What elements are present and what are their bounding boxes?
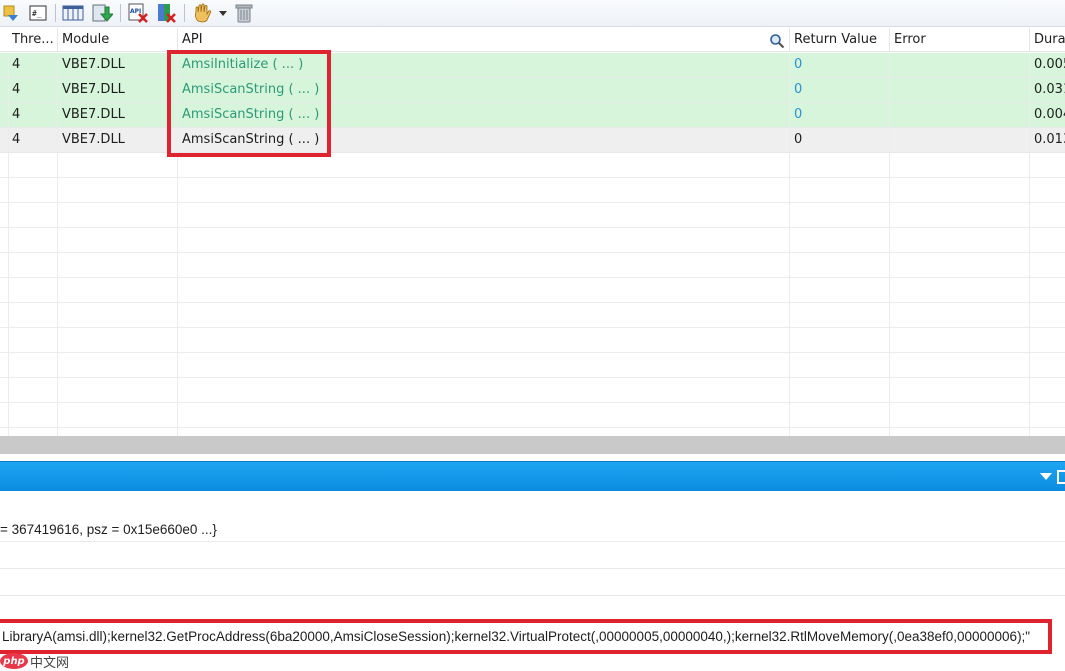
cell-duration: 0.031	[1034, 82, 1065, 97]
column-header-thread[interactable]: Thre...	[8, 28, 58, 52]
grid-row-divider	[0, 352, 1065, 353]
filter-icon[interactable]	[0, 2, 24, 24]
column-header-error[interactable]: Error	[890, 28, 1030, 52]
details-panel: = 367419616, psz = 0x15e660e0 ...} Libra…	[0, 492, 1065, 671]
exclude-module-icon[interactable]	[153, 2, 179, 24]
table-row[interactable]: 4 VBE7.DLL AmsiInitialize ( ... ) 0 0.00…	[0, 53, 1065, 78]
column-header-return-value[interactable]: Return Value	[790, 28, 890, 52]
cell-return-value: 0	[794, 57, 803, 72]
cell-thread: 4	[12, 57, 21, 72]
cell-module: VBE7.DLL	[62, 107, 125, 122]
grid-row-divider	[0, 302, 1065, 303]
pin-icon[interactable]	[1057, 470, 1065, 484]
dropdown-arrow-icon[interactable]	[217, 2, 229, 24]
details-row-divider	[0, 541, 1065, 542]
cell-thread: 4	[12, 132, 21, 147]
trash-icon[interactable]	[231, 2, 257, 24]
cell-return-value: 0	[794, 107, 803, 122]
cell-api: AmsiInitialize ( ... )	[182, 57, 304, 72]
grid-row-divider	[0, 177, 1065, 178]
cell-error	[890, 53, 1030, 77]
watermark-text: 中文网	[30, 655, 70, 671]
grid-column-divider	[57, 53, 58, 436]
search-icon[interactable]	[769, 33, 785, 49]
toolbar-separator	[184, 4, 185, 22]
hand-icon[interactable]	[190, 2, 216, 24]
cell-duration: 0.004	[1034, 107, 1065, 122]
string-parameter-text: LibraryA(amsi.dll);kernel32.GetProcAddre…	[2, 629, 1031, 644]
watermark: php 中文网	[0, 652, 70, 671]
cell-duration: 0.005	[1034, 57, 1065, 72]
details-panel-header	[0, 461, 1065, 491]
grid-row-divider	[0, 252, 1065, 253]
toolbar-separator	[120, 4, 121, 22]
cell-api: AmsiScanString ( ... )	[182, 107, 320, 122]
grid-row-divider	[0, 377, 1065, 378]
details-row-divider	[0, 568, 1065, 569]
cell-module: VBE7.DLL	[62, 82, 125, 97]
grid-row-divider	[0, 402, 1065, 403]
table-row[interactable]: 4 VBE7.DLL AmsiScanString ( ... ) 0 0.00…	[0, 103, 1065, 128]
cell-return-value: 0	[794, 132, 803, 147]
cell-duration: 0.013	[1034, 132, 1065, 147]
table-row[interactable]: 4 VBE7.DLL AmsiScanString ( ... ) 0 0.03…	[0, 78, 1065, 103]
column-header-module[interactable]: Module	[58, 28, 178, 52]
details-row-divider	[0, 595, 1065, 596]
grid-row-divider	[0, 327, 1065, 328]
cell-error	[890, 103, 1030, 127]
grid-row-divider	[0, 427, 1065, 428]
cell-error	[890, 78, 1030, 102]
horizontal-scrollbar[interactable]	[0, 436, 1065, 454]
grid-column-divider	[177, 53, 178, 436]
grid-column-divider	[1029, 53, 1030, 436]
grid-row-divider	[0, 227, 1065, 228]
api-call-grid: 4 VBE7.DLL AmsiInitialize ( ... ) 0 0.00…	[0, 53, 1065, 436]
table-row[interactable]: 4 VBE7.DLL AmsiScanString ( ... ) 0 0.01…	[0, 128, 1065, 153]
column-header-duration[interactable]: Durat	[1030, 28, 1065, 52]
exclude-api-icon[interactable]: API	[126, 2, 150, 24]
console-icon[interactable]: #_	[26, 2, 50, 24]
grid-row-divider	[0, 277, 1065, 278]
toolbar-separator	[55, 4, 56, 22]
grid-row-divider	[0, 202, 1065, 203]
grid-column-divider	[889, 53, 890, 436]
column-header-api[interactable]: API	[178, 28, 790, 52]
grid-header: Thre... Module API Return Value Error Du…	[0, 28, 1065, 52]
grid-column-divider	[8, 53, 9, 436]
watermark-logo: php	[0, 653, 28, 669]
column-header-api-label: API	[182, 32, 203, 47]
cell-api: AmsiScanString ( ... )	[182, 132, 320, 147]
columns-icon[interactable]	[61, 2, 85, 24]
svg-text:#_: #_	[32, 9, 42, 18]
cell-return-value: 0	[794, 82, 803, 97]
grid-column-divider	[789, 53, 790, 436]
cell-module: VBE7.DLL	[62, 57, 125, 72]
parameters-text: = 367419616, psz = 0x15e660e0 ...}	[0, 522, 217, 537]
save-down-icon[interactable]	[89, 2, 115, 24]
cell-module: VBE7.DLL	[62, 132, 125, 147]
toolbar: #_ API	[0, 0, 1065, 27]
collapse-arrow-icon[interactable]	[1040, 473, 1052, 480]
cell-error	[890, 128, 1030, 152]
cell-thread: 4	[12, 82, 21, 97]
cell-thread: 4	[12, 107, 21, 122]
cell-api: AmsiScanString ( ... )	[182, 82, 320, 97]
